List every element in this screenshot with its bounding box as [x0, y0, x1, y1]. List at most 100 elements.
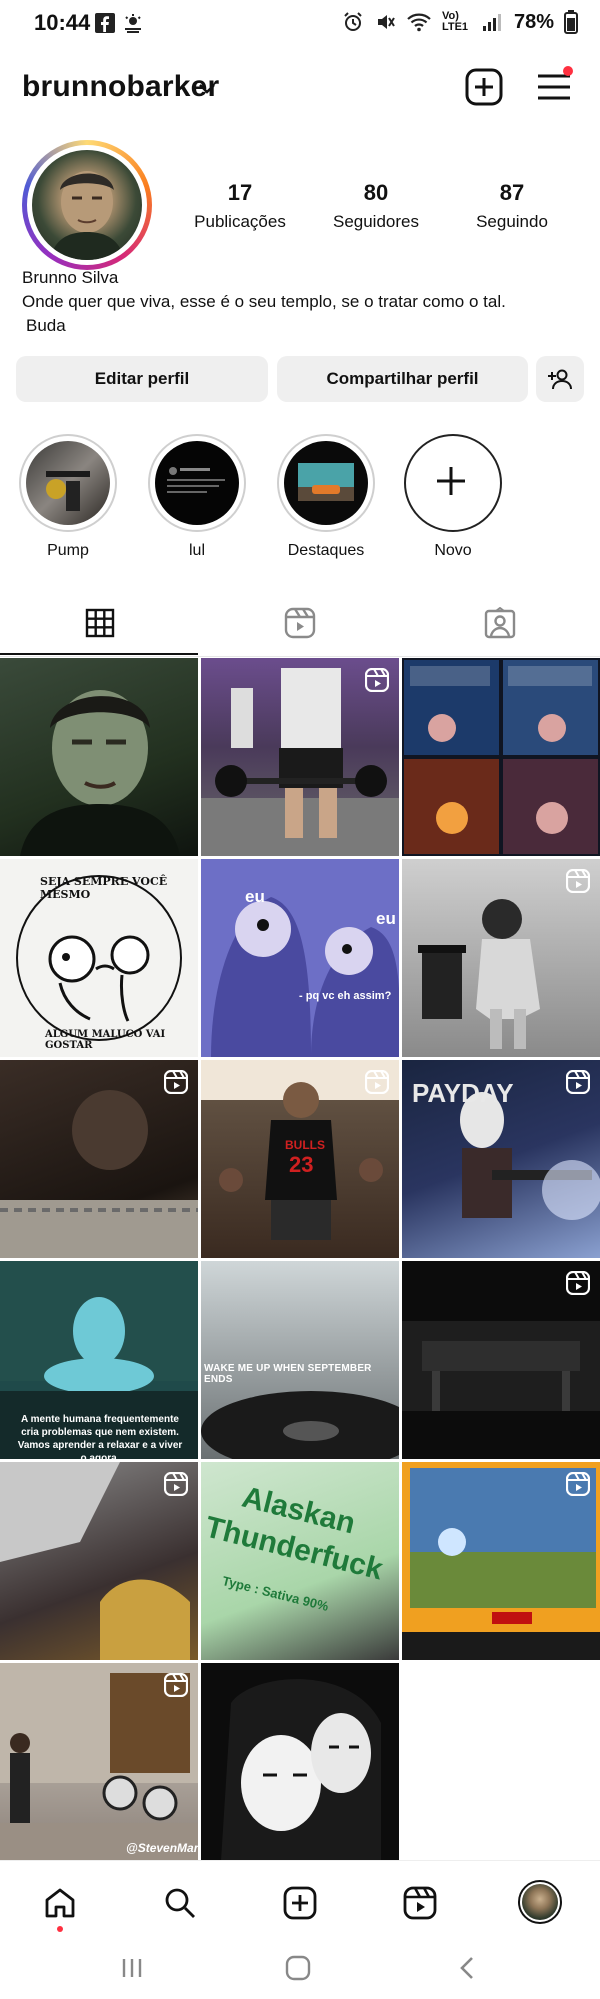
post-tile[interactable]: eu eu - pq vc eh assim? — [201, 859, 399, 1057]
manga-image — [221, 1679, 381, 1861]
profile-avatar-small — [522, 1884, 558, 1920]
new-post-button[interactable] — [463, 66, 505, 108]
reel-badge-icon — [566, 1070, 590, 1094]
display-name: Brunno Silva — [22, 268, 119, 287]
post-tile[interactable]: BULLS 23 — [201, 1060, 399, 1258]
tab-reels[interactable] — [200, 590, 400, 656]
home-icon — [45, 1888, 75, 1918]
highlight-label: lul — [188, 542, 205, 559]
system-nav-bar — [0, 1940, 600, 1999]
chevron-down-icon[interactable] — [198, 83, 216, 95]
home-button-icon[interactable] — [284, 1954, 312, 1982]
reel-badge-icon — [566, 869, 590, 893]
highlight-pump[interactable]: Pump — [18, 434, 118, 560]
reel-badge-icon — [164, 1070, 188, 1094]
posts-label: Publicações — [194, 212, 286, 231]
reel-badge-icon — [566, 1271, 590, 1295]
post-tile[interactable]: PAYDAY — [402, 1060, 600, 1258]
stat-following[interactable]: 87 Seguindo — [452, 180, 572, 232]
reels-icon — [403, 1886, 437, 1920]
highlight-lul[interactable]: lul — [147, 434, 247, 560]
back-icon[interactable] — [454, 1954, 482, 1982]
profile-tabs — [0, 590, 600, 657]
status-right: Vo) LTE1 78% — [342, 10, 578, 34]
post-tile[interactable] — [402, 859, 600, 1057]
followers-label: Seguidores — [332, 212, 419, 231]
nav-home[interactable] — [40, 1883, 80, 1923]
battery-percent: 78% — [513, 10, 554, 33]
post-tile[interactable]: SEJA SEMPRE VOCÊ MESMO ALGUM MALUCO VAI … — [0, 859, 198, 1057]
reel-badge-icon — [365, 1070, 389, 1094]
post-tile[interactable] — [402, 658, 600, 856]
nav-search[interactable] — [160, 1883, 200, 1923]
vinyl-image — [201, 1391, 399, 1459]
highlight-label: Novo — [434, 542, 472, 559]
meme-text-eu-left: eu — [245, 887, 265, 906]
tab-tagged[interactable] — [400, 590, 600, 656]
highlight-destaques[interactable]: Destaques — [276, 434, 376, 560]
following-count: 87 — [499, 180, 525, 205]
following-label: Seguindo — [476, 212, 548, 231]
bio-author: Buda — [26, 316, 66, 335]
highlight-image — [284, 441, 368, 525]
post-tile[interactable] — [0, 658, 198, 856]
post-tile[interactable] — [201, 658, 399, 856]
share-profile-button[interactable]: Compartilhar perfil — [277, 356, 528, 402]
create-icon — [283, 1886, 317, 1920]
payday-title: PAYDAY — [412, 1078, 514, 1108]
jersey-team-text: BULLS — [285, 1138, 325, 1152]
comic-image — [404, 660, 598, 854]
mute-icon — [377, 15, 395, 29]
tweet-image — [167, 467, 225, 493]
recent-apps-icon[interactable] — [118, 1954, 146, 1982]
discover-people-button[interactable] — [536, 356, 584, 402]
avatar-face — [50, 171, 124, 260]
edit-profile-button[interactable]: Editar perfil — [16, 356, 268, 402]
username[interactable]: brunnobarker — [22, 70, 219, 104]
tab-active-indicator — [0, 653, 198, 655]
alarm-icon — [344, 12, 362, 31]
post-tile[interactable] — [402, 1261, 600, 1459]
nav-create[interactable] — [280, 1883, 320, 1923]
stat-followers[interactable]: 80 Seguidores — [316, 180, 436, 232]
post-tile[interactable] — [402, 1462, 600, 1660]
strain-type: Type : Sativa 90% — [220, 1573, 331, 1614]
post-tile[interactable]: A mente humana frequentemente cria probl… — [0, 1261, 198, 1459]
grid-icon — [85, 608, 115, 638]
highlight-image — [155, 441, 239, 525]
jersey-number-text: 23 — [289, 1152, 314, 1177]
tab-posts-grid[interactable] — [0, 590, 200, 656]
reels-icon — [284, 607, 316, 639]
network-label: Vo) LTE1 — [441, 10, 469, 33]
tagged-icon — [484, 607, 516, 639]
bottom-nav — [0, 1860, 600, 1941]
highlight-new[interactable]: Novo — [403, 434, 503, 560]
watermark-text: @StevenMarl — [126, 1841, 198, 1855]
stat-posts[interactable]: 17 Publicações — [180, 180, 300, 232]
tom-meme-image — [211, 897, 399, 1057]
reel-badge-icon — [566, 1472, 590, 1496]
reel-badge-icon — [365, 668, 389, 692]
cartoon-top-text: SEJA SEMPRE VOCÊ MESMO — [40, 875, 168, 901]
weather-icon — [125, 14, 141, 33]
bio-text: Onde quer que viva, esse é o seu templo,… — [22, 292, 506, 311]
post-tile[interactable]: @StevenMarl — [0, 1663, 198, 1861]
meme-caption: - pq vc eh assim? — [299, 990, 392, 1002]
nav-profile[interactable] — [517, 1879, 563, 1925]
profile-avatar[interactable] — [22, 140, 152, 270]
search-icon — [165, 1888, 195, 1918]
nav-reels[interactable] — [400, 1883, 440, 1923]
post-tile[interactable] — [0, 1060, 198, 1258]
post-tile[interactable]: WAKE ME UP WHEN SEPTEMBER ENDS — [201, 1261, 399, 1459]
post-tile[interactable]: Alaskan Thunderfuck Type : Sativa 90% — [201, 1462, 399, 1660]
gym-image — [46, 471, 90, 511]
followers-count: 80 — [363, 180, 389, 205]
meditation-text: A mente humana frequentemente cria probl… — [17, 1414, 183, 1459]
post-tile[interactable] — [201, 1663, 399, 1861]
status-time: 10:44 — [34, 10, 91, 35]
status-bar: 10:44 Vo) LTE1 78% — [0, 0, 600, 48]
signal-icon — [482, 14, 501, 31]
avatar-photo — [32, 150, 142, 260]
home-activity-dot — [57, 1926, 63, 1932]
post-tile[interactable] — [0, 1462, 198, 1660]
